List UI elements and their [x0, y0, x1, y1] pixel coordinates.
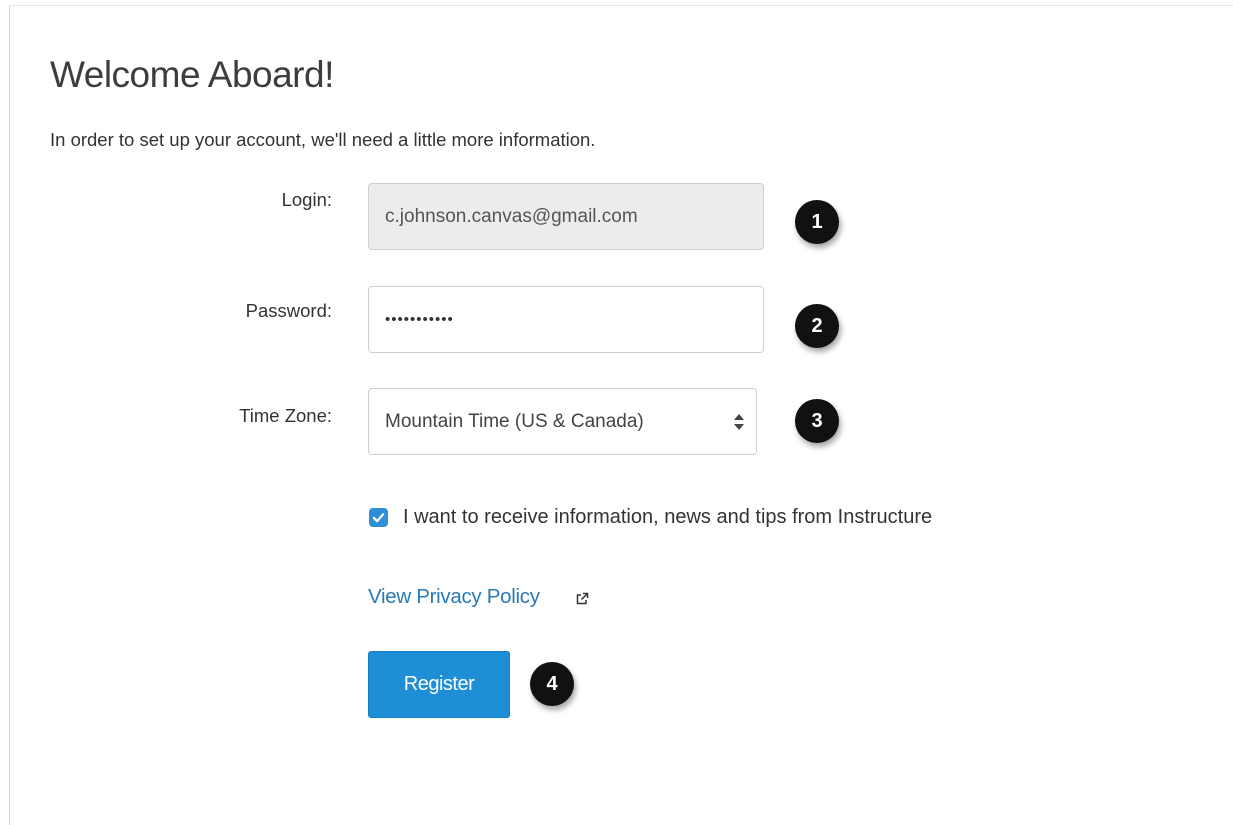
- newsletter-checkbox[interactable]: [369, 508, 388, 527]
- step-badge-3: 3: [795, 399, 839, 443]
- password-label: Password:: [245, 300, 332, 321]
- select-arrows-icon: [734, 413, 744, 430]
- password-field[interactable]: •••••••••••: [368, 286, 764, 353]
- step-badge-1: 1: [795, 200, 839, 244]
- login-field[interactable]: c.johnson.canvas@gmail.com: [368, 183, 764, 250]
- page-subtitle: In order to set up your account, we'll n…: [50, 129, 596, 150]
- privacy-policy-link[interactable]: View Privacy Policy: [368, 585, 540, 609]
- checkmark-icon: [372, 513, 385, 523]
- timezone-value: Mountain Time (US & Canada): [385, 410, 644, 432]
- timezone-label: Time Zone:: [239, 405, 332, 426]
- external-link-icon[interactable]: [575, 592, 589, 606]
- password-value: •••••••••••: [385, 311, 454, 328]
- step-badge-2: 2: [795, 304, 839, 348]
- newsletter-label[interactable]: I want to receive information, news and …: [403, 506, 932, 529]
- login-label: Login:: [281, 189, 332, 210]
- register-button[interactable]: Register: [368, 651, 510, 718]
- page-title: Welcome Aboard!: [50, 54, 334, 95]
- timezone-select[interactable]: Mountain Time (US & Canada): [368, 388, 757, 455]
- login-value: c.johnson.canvas@gmail.com: [385, 205, 638, 227]
- step-badge-4: 4: [530, 662, 574, 706]
